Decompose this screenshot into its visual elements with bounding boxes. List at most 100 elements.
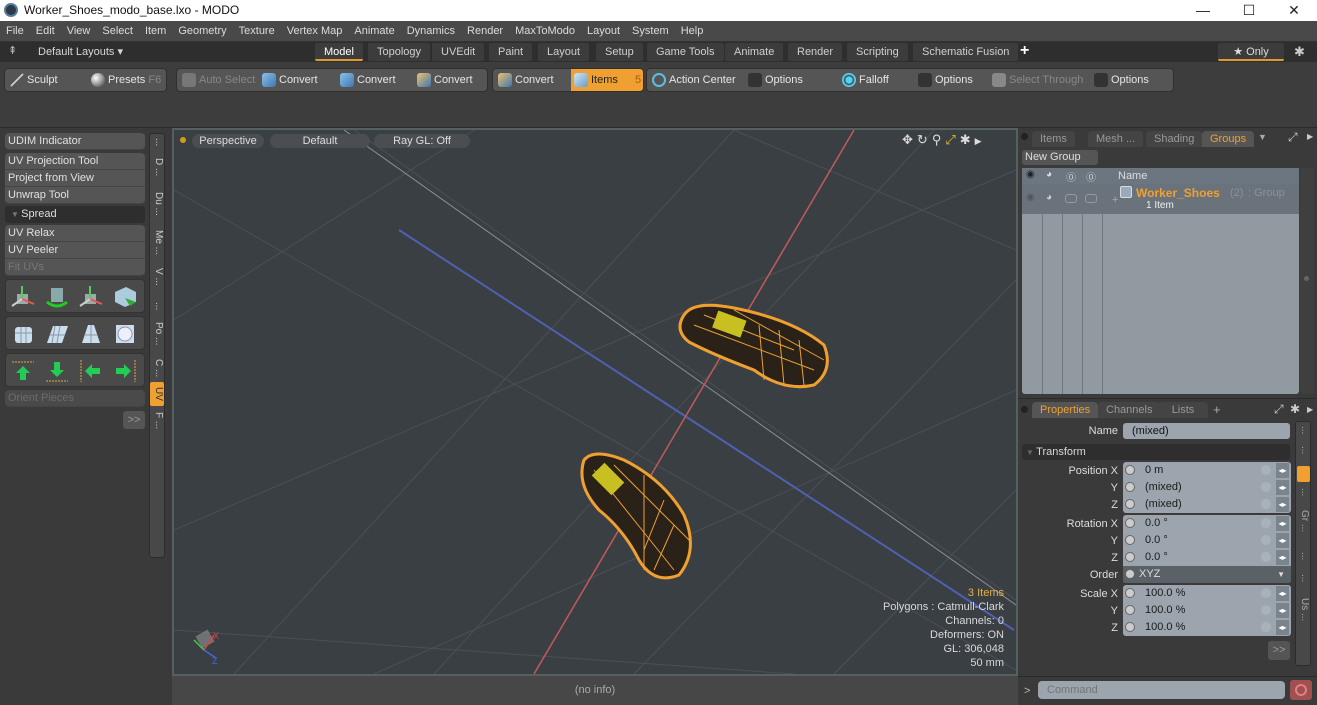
uv-perspective-icon[interactable] <box>78 321 104 347</box>
align-right-icon[interactable] <box>112 358 138 384</box>
raygl-button[interactable]: Ray GL: Off <box>374 134 470 148</box>
vtab-v[interactable]: V ... <box>150 268 164 286</box>
expand-panel-icon[interactable]: ⤢ <box>1274 402 1284 417</box>
menu-vertex-map[interactable]: Vertex Map <box>281 21 349 42</box>
position-x-field[interactable]: 0 m ◂▸ <box>1123 462 1291 479</box>
auto-select-button[interactable]: Auto Select <box>179 69 255 91</box>
envelope-icon[interactable] <box>1261 552 1271 562</box>
shading-mode-button[interactable]: Default <box>270 134 370 148</box>
vtab-us[interactable]: Us ... <box>1297 598 1310 621</box>
record-button[interactable] <box>1290 680 1312 700</box>
envelope-icon[interactable] <box>1261 588 1271 598</box>
menu-system[interactable]: System <box>626 21 675 42</box>
drag-arrows-icon[interactable]: ◂▸ <box>1276 586 1289 601</box>
tab-shading[interactable]: Shading <box>1146 131 1203 147</box>
presets-button[interactable]: Presets F6 <box>88 69 161 91</box>
align-down-icon[interactable] <box>44 358 70 384</box>
zoom-icon[interactable]: ⚲ <box>932 132 946 147</box>
vtab-1[interactable]: ... <box>150 138 164 146</box>
panel-more-icon[interactable]: ▶ <box>1307 132 1313 141</box>
visibility-column-icon[interactable]: ◉ <box>1026 169 1035 180</box>
convert-vertices-button[interactable]: Convert <box>259 69 318 91</box>
keyframe-toggle[interactable] <box>1125 518 1135 528</box>
add-layout-button[interactable]: + <box>1020 42 1029 60</box>
vtab-po[interactable]: Po ... <box>150 322 164 345</box>
vtab-2[interactable]: ... <box>1297 446 1310 454</box>
position-y-field[interactable]: (mixed) ◂▸ <box>1123 479 1291 496</box>
tab-layout[interactable]: Layout <box>538 43 590 61</box>
tab-channels[interactable]: Channels <box>1098 402 1161 418</box>
fit-uvs-button[interactable]: Fit UVs <box>5 259 145 276</box>
udim-indicator-button[interactable]: UDIM Indicator <box>5 133 145 150</box>
keyframe-toggle[interactable] <box>1125 569 1135 579</box>
viewport-options-dot[interactable] <box>180 137 186 143</box>
envelope-icon[interactable] <box>1261 622 1271 632</box>
envelope-icon[interactable] <box>1261 518 1271 528</box>
viewport-settings-icon[interactable]: ✱ <box>960 132 975 147</box>
vtab-me[interactable]: Me ... <box>150 230 164 255</box>
vtab-6[interactable]: ... <box>150 302 164 310</box>
lock-column-icon[interactable]: ⓪ <box>1066 169 1076 184</box>
scroll-handle[interactable] <box>1304 276 1309 281</box>
vtab-4[interactable]: ... <box>1297 488 1310 496</box>
command-input[interactable] <box>1038 681 1285 699</box>
menu-item[interactable]: Item <box>139 21 172 42</box>
project-from-view-button[interactable]: Project from View <box>5 170 145 187</box>
menu-file[interactable]: File <box>0 21 30 42</box>
uv-peeler-button[interactable]: UV Peeler <box>5 242 145 259</box>
drag-arrows-icon[interactable]: ◂▸ <box>1276 533 1289 548</box>
select-through-options-button[interactable]: Options <box>1091 69 1149 91</box>
vtab-gr[interactable]: Gr ... <box>1297 510 1310 532</box>
more-tools-button[interactable]: >> <box>123 411 145 429</box>
panel-menu-dot[interactable] <box>1021 133 1028 140</box>
vtab-7[interactable]: ... <box>1297 574 1310 582</box>
menu-edit[interactable]: Edit <box>30 21 61 42</box>
tab-setup[interactable]: Setup <box>596 43 643 61</box>
drag-arrows-icon[interactable]: ◂▸ <box>1276 516 1289 531</box>
tab-properties[interactable]: Properties <box>1032 402 1099 418</box>
keyframe-toggle[interactable] <box>1125 622 1135 632</box>
convert-items-button[interactable]: Convert <box>495 69 554 91</box>
envelope-icon[interactable] <box>1261 605 1271 615</box>
align-left-icon[interactable] <box>78 358 104 384</box>
groups-scrollbar[interactable] <box>1300 168 1314 394</box>
only-toggle[interactable]: ★ Only <box>1218 43 1284 61</box>
scale-x-field[interactable]: 100.0 % ◂▸ <box>1123 585 1291 602</box>
rotation-y-field[interactable]: 0.0 ° ◂▸ <box>1123 532 1291 549</box>
panel-more-icon[interactable]: ▶ <box>1307 405 1313 414</box>
gear-icon[interactable]: ✱ <box>1294 44 1305 60</box>
scale-z-field[interactable]: 100.0 % ◂▸ <box>1123 619 1291 636</box>
lock-toggle[interactable] <box>1065 194 1077 203</box>
align-up-icon[interactable] <box>10 358 36 384</box>
maximize-viewport-icon[interactable]: ⤢ <box>945 132 959 147</box>
drag-arrows-icon[interactable]: ◂▸ <box>1276 480 1289 495</box>
menu-dynamics[interactable]: Dynamics <box>401 21 461 42</box>
pan-icon[interactable]: ✥ <box>902 132 917 147</box>
position-z-field[interactable]: (mixed) ◂▸ <box>1123 496 1291 513</box>
view-type-button[interactable]: Perspective <box>192 134 264 148</box>
keyframe-toggle[interactable] <box>1125 499 1135 509</box>
uv-box-project-icon[interactable] <box>10 321 36 347</box>
expand-icon[interactable]: + <box>1112 194 1118 206</box>
tab-topology[interactable]: Topology <box>368 43 431 61</box>
drag-arrows-icon[interactable]: ◂▸ <box>1276 497 1289 512</box>
name-column-header[interactable]: Name <box>1118 170 1147 182</box>
unwrap-tool-button[interactable]: Unwrap Tool <box>5 187 145 204</box>
panel-menu-dot[interactable] <box>1021 406 1028 413</box>
select-toggle[interactable] <box>1085 194 1097 203</box>
spread-section[interactable]: ▼ Spread <box>5 206 145 223</box>
sculpt-button[interactable]: Sculpt <box>7 69 58 91</box>
keyframe-toggle[interactable] <box>1125 605 1135 615</box>
tab-schematic-fusion[interactable]: Schematic Fusion <box>913 43 1019 61</box>
uv-rotate-icon[interactable] <box>44 284 70 310</box>
panel-settings-icon[interactable]: ✱ <box>1290 402 1300 416</box>
select-column-icon[interactable]: ⓪ <box>1086 169 1096 184</box>
tab-paint[interactable]: Paint <box>489 43 533 61</box>
rotation-z-field[interactable]: 0.0 ° ◂▸ <box>1123 549 1291 566</box>
expand-panel-icon[interactable]: ⤢ <box>1288 130 1298 145</box>
menu-texture[interactable]: Texture <box>233 21 281 42</box>
keyframe-toggle[interactable] <box>1125 552 1135 562</box>
tabs-dropdown-icon[interactable]: ▼ <box>1258 132 1267 142</box>
tab-model[interactable]: Model <box>315 43 363 61</box>
convert-polygons-button[interactable]: Convert <box>414 69 473 91</box>
